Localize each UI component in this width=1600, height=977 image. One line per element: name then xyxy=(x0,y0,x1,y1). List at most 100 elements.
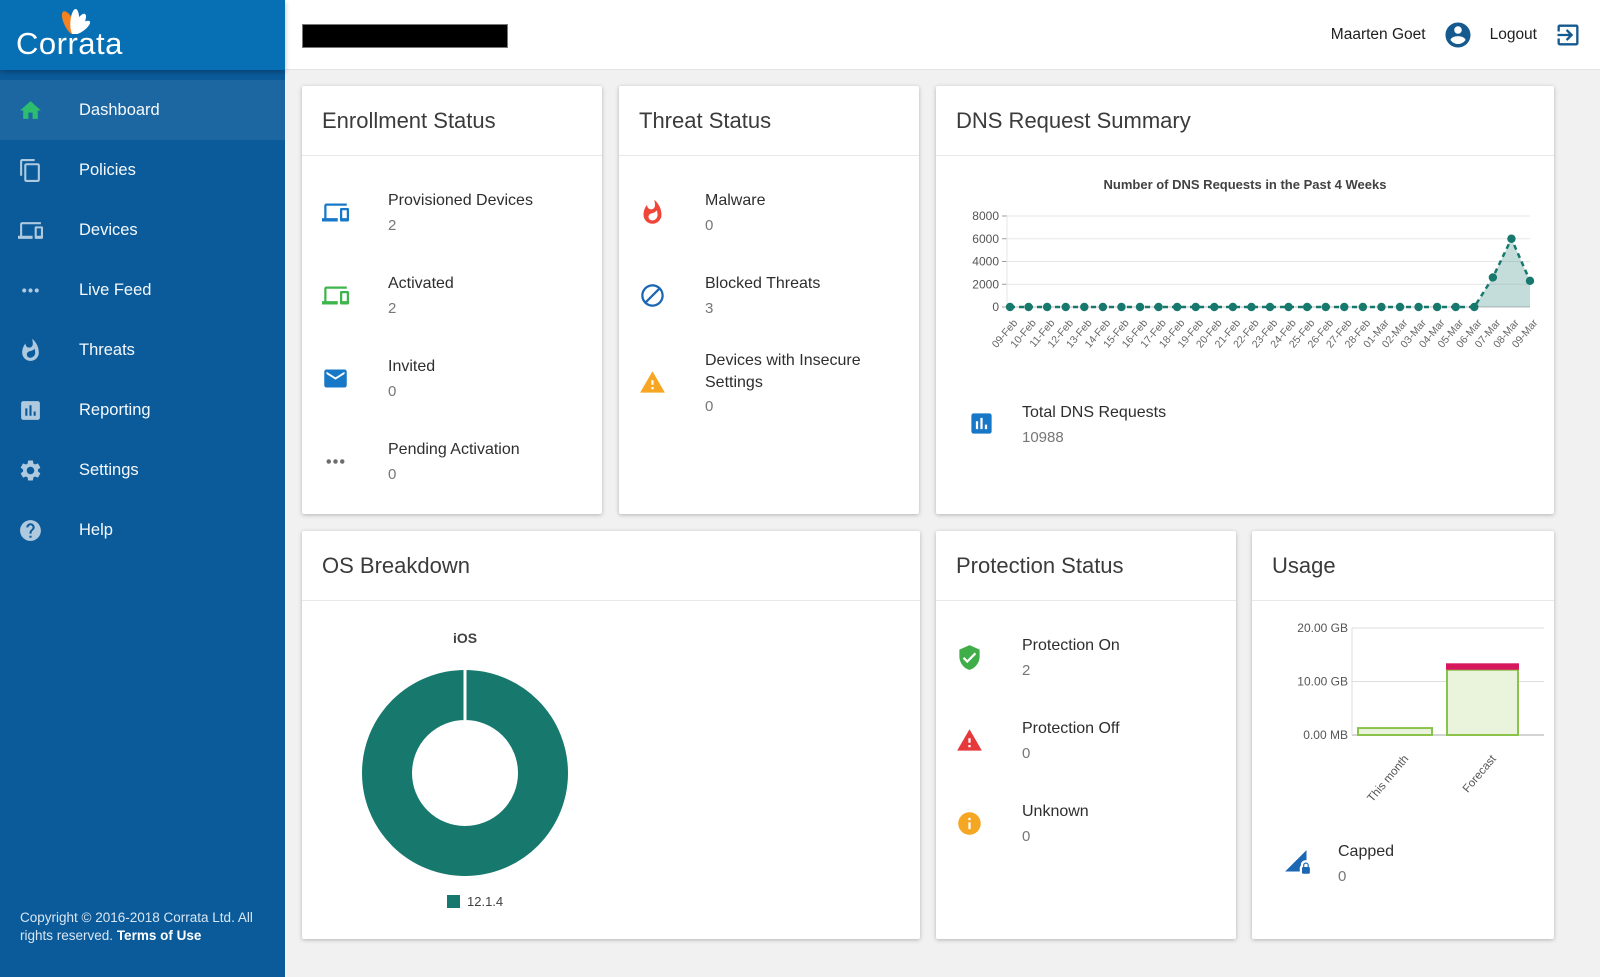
stat-label: Pending Activation xyxy=(388,441,520,459)
enrollment-status-card: Enrollment Status Provisioned Devices 2 … xyxy=(302,86,602,514)
pending-dots-icon xyxy=(322,448,350,475)
stat-label: Protection On xyxy=(1022,637,1120,655)
shield-check-icon xyxy=(956,644,984,671)
card-title: Enrollment Status xyxy=(322,108,496,133)
card-title: OS Breakdown xyxy=(322,553,470,578)
stat-blocked-threats: Blocked Threats 3 xyxy=(639,267,899,323)
copy-icon xyxy=(18,158,43,183)
sidebar-item-dashboard[interactable]: Dashboard xyxy=(0,80,285,140)
devices-icon xyxy=(18,218,43,243)
terms-of-use-link[interactable]: Terms of Use xyxy=(117,928,202,943)
sidebar-item-live-feed[interactable]: Live Feed xyxy=(0,260,285,320)
svg-text:This month: This month xyxy=(1366,753,1412,804)
warning-triangle-icon xyxy=(639,369,667,396)
usage-card: Usage 0.00 MB 10.00 GB 20.00 GB This month F… xyxy=(1252,531,1554,939)
sidebar-nav: Dashboard Policies Devices Live Feed Thr… xyxy=(0,70,285,560)
sidebar-item-threats[interactable]: Threats xyxy=(0,320,285,380)
card-title: DNS Request Summary xyxy=(956,108,1191,133)
os-donut-chart: iOS 12.1.4 xyxy=(362,630,568,909)
corrata-dashboard: Corrata Dashboard Policies Devices Live … xyxy=(0,0,1600,977)
sidebar-item-label: Devices xyxy=(79,220,138,239)
svg-text:10.00 GB: 10.00 GB xyxy=(1297,675,1348,689)
stat-label: Provisioned Devices xyxy=(388,192,533,210)
svg-text:20.00 GB: 20.00 GB xyxy=(1297,621,1348,635)
brand-name: Corrata xyxy=(16,26,123,61)
stat-value: 10988 xyxy=(1022,428,1064,446)
svg-text:8000: 8000 xyxy=(972,209,999,223)
block-icon xyxy=(639,282,667,309)
sidebar-item-reporting[interactable]: Reporting xyxy=(0,380,285,440)
stat-value: 2 xyxy=(1022,661,1031,679)
stat-invited: Invited 0 xyxy=(322,350,582,406)
stat-value: 0 xyxy=(1338,867,1347,885)
stat-label: Capped xyxy=(1338,843,1395,860)
stat-value: 0 xyxy=(705,216,714,234)
stat-value: 0 xyxy=(1022,744,1031,762)
warning-triangle-red-icon xyxy=(956,727,984,754)
stat-label: Total DNS Requests xyxy=(1022,404,1167,421)
logout-button[interactable]: Logout xyxy=(1490,26,1537,44)
sidebar-item-policies[interactable]: Policies xyxy=(0,140,285,200)
malware-flame-icon xyxy=(639,199,667,226)
logout-icon[interactable] xyxy=(1554,21,1582,49)
stat-unknown: Unknown 0 xyxy=(956,795,1216,851)
threat-status-card: Threat Status Malware 0 Blocked Threats xyxy=(619,86,919,514)
info-circle-icon xyxy=(956,810,984,837)
divider xyxy=(936,155,1554,156)
stat-value: 2 xyxy=(388,299,397,317)
usage-bar-chart: 0.00 MB 10.00 GB 20.00 GB This month Forecas… xyxy=(1297,621,1544,805)
email-icon xyxy=(322,365,350,392)
divider xyxy=(936,600,1236,601)
stat-protection-on: Protection On 2 xyxy=(956,629,1216,685)
sidebar-item-label: Policies xyxy=(79,160,136,179)
sidebar-item-label: Live Feed xyxy=(79,280,152,299)
stat-label: Blocked Threats xyxy=(705,275,821,293)
home-icon xyxy=(18,98,43,123)
sidebar-item-help[interactable]: Help xyxy=(0,500,285,560)
network-locked-icon xyxy=(1284,849,1312,876)
sidebar-item-label: Help xyxy=(79,520,113,539)
divider xyxy=(619,155,919,156)
user-name: Maarten Goet xyxy=(1330,26,1426,43)
sidebar-item-label: Threats xyxy=(79,340,135,359)
stat-value: 2 xyxy=(388,216,397,234)
dns-chart-title: Number of DNS Requests in the Past 4 Wee… xyxy=(1103,177,1387,192)
stat-label: Devices with Insecure Settings xyxy=(705,352,861,391)
dns-request-summary-card: DNS Request Summary Number of DNS Reques… xyxy=(936,86,1554,514)
stat-protection-off: Protection Off 0 xyxy=(956,712,1216,768)
brand-header: Corrata xyxy=(0,0,285,70)
dashboard-content: Enrollment Status Provisioned Devices 2 … xyxy=(285,70,1600,977)
stat-pending-activation: Pending Activation 0 xyxy=(322,433,582,489)
sidebar-item-label: Dashboard xyxy=(79,100,160,119)
stat-label: Invited xyxy=(388,358,436,376)
stat-value: 3 xyxy=(705,299,714,317)
bar-chart-icon xyxy=(18,398,43,423)
sidebar-item-settings[interactable]: Settings xyxy=(0,440,285,500)
protection-status-card: Protection Status Protection On 2 Protec… xyxy=(936,531,1236,939)
gear-icon xyxy=(18,458,43,483)
card-title: Protection Status xyxy=(956,553,1124,578)
svg-text:4000: 4000 xyxy=(972,255,999,269)
sidebar-item-devices[interactable]: Devices xyxy=(0,200,285,260)
redacted-company-name xyxy=(302,24,508,48)
sidebar-item-label: Settings xyxy=(79,460,139,479)
avatar-icon[interactable] xyxy=(1443,20,1473,50)
stat-provisioned-devices: Provisioned Devices 2 xyxy=(322,184,582,240)
dns-line-chart: 0200040006000800009-Feb10-Feb11-Feb12-Fe… xyxy=(972,209,1540,350)
svg-text:12.1.4: 12.1.4 xyxy=(467,894,503,909)
stat-label: Unknown xyxy=(1022,803,1089,821)
stat-malware: Malware 0 xyxy=(639,184,899,240)
flame-icon xyxy=(18,338,43,363)
more-dots-icon xyxy=(18,278,43,303)
sidebar-item-label: Reporting xyxy=(79,400,151,419)
svg-text:iOS: iOS xyxy=(453,630,477,646)
card-title: Threat Status xyxy=(639,108,772,133)
copyright-text: Copyright © 2016-2018 Corrata Ltd. All r… xyxy=(20,909,267,945)
stat-insecure-settings: Devices with Insecure Settings 0 xyxy=(639,350,899,415)
svg-text:0.00 MB: 0.00 MB xyxy=(1303,728,1348,742)
svg-text:6000: 6000 xyxy=(972,232,999,246)
card-title: Usage xyxy=(1272,553,1336,578)
help-icon xyxy=(18,518,43,543)
svg-text:0: 0 xyxy=(992,300,999,314)
devices-icon-green xyxy=(322,282,350,309)
